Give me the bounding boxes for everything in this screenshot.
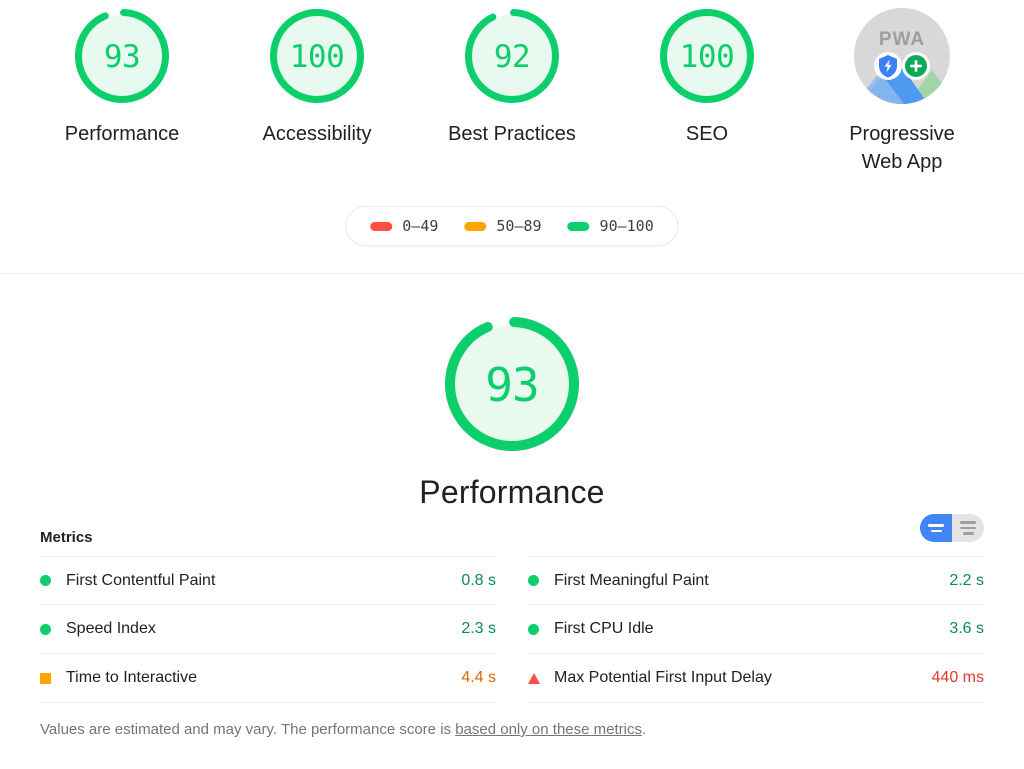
legend-item: 50–89: [464, 217, 542, 235]
gauge-ring: 100: [269, 8, 365, 104]
toggle-bar-icon: [960, 521, 976, 524]
metric-name: First Meaningful Paint: [554, 571, 709, 589]
gauge-performance[interactable]: 93 Performance: [42, 8, 203, 148]
pwa-badge-icon: PWA: [854, 8, 950, 104]
disclaimer-text-after: .: [641, 721, 647, 738]
metric-status-icon: [528, 575, 554, 586]
status-pass-icon: [528, 623, 539, 635]
gauge-ring: 92: [464, 8, 560, 104]
toggle-simple-view[interactable]: [920, 514, 952, 542]
metric-value: 440 ms: [931, 669, 984, 686]
toggle-bar-icon: [928, 524, 944, 527]
gauge-best-practices[interactable]: 92 Best Practices: [432, 8, 593, 148]
toggle-bar-icon: [962, 532, 974, 535]
toggle-bar-icon: [960, 526, 976, 530]
legend-item: 90–100: [567, 217, 654, 235]
legend-range-label: 50–89: [496, 217, 542, 235]
metric-value: 3.6 s: [949, 620, 984, 637]
metric-name: Max Potential First Input Delay: [554, 669, 772, 686]
performance-gauge-ring: 93: [444, 316, 580, 452]
gauge-accessibility[interactable]: 100 Accessibility: [237, 8, 398, 148]
status-pass-icon: [40, 575, 51, 586]
legend-swatch-icon: [567, 221, 590, 231]
metric-row[interactable]: First CPU Idle 3.6 s: [528, 605, 984, 654]
gauge-label: Best Practices: [448, 123, 576, 145]
gauge-seo[interactable]: 100 SEO: [627, 8, 788, 148]
metrics-disclaimer: Values are estimated and may vary. The p…: [40, 721, 984, 738]
legend-range-label: 90–100: [599, 217, 654, 235]
metric-row[interactable]: First Meaningful Paint 2.2 s: [528, 556, 984, 605]
gauge-score: 100: [679, 38, 735, 75]
metric-value: 2.2 s: [949, 571, 984, 589]
status-average-icon: [40, 672, 51, 684]
gauge-ring: 100: [659, 8, 755, 104]
status-fail-icon: [528, 672, 540, 684]
status-pass-icon: [528, 575, 539, 586]
metric-name: Speed Index: [66, 620, 156, 637]
legend-swatch-icon: [370, 221, 393, 231]
gauge-label: SEO: [685, 123, 729, 145]
metrics-section: Metrics First Contentful Paint 0.8 s Speed…: [0, 514, 1024, 738]
svg-text:PWA: PWA: [879, 29, 925, 50]
metrics-columns: First Contentful Paint 0.8 s Speed Index 2.…: [40, 556, 984, 703]
gauge-score: 92: [493, 38, 531, 75]
legend-range-label: 0–49: [402, 217, 439, 235]
metric-row[interactable]: Speed Index 2.3 s: [40, 605, 496, 654]
legend-item: 0–49: [370, 217, 438, 235]
metrics-view-toggle[interactable]: [920, 514, 984, 542]
category-gauge: 93 Performance: [0, 274, 1024, 511]
status-pass-icon: [40, 623, 51, 635]
metrics-column-right: First Meaningful Paint 2.2 s First CPU Idl…: [528, 556, 984, 703]
toggle-detailed-view[interactable]: [952, 514, 984, 542]
gauge-label: Performance: [64, 123, 180, 145]
gauge-score: 93: [103, 38, 141, 75]
category-title: Performance: [419, 474, 605, 510]
metric-value: 2.3 s: [461, 620, 496, 637]
gauge-label: Progressive Web App: [849, 123, 955, 173]
gauge-label: Accessibility: [262, 123, 372, 145]
metric-status-icon: [528, 623, 554, 635]
gauge-progressive-web-app[interactable]: PWA Progressive Web App: [822, 8, 983, 176]
metric-row[interactable]: Time to Interactive 4.4 s: [40, 654, 496, 703]
disclaimer-text-before: Values are estimated and may vary. The p…: [40, 721, 456, 738]
performance-score: 93: [485, 358, 539, 412]
performance-category: 93 Performance: [0, 274, 1024, 511]
score-gauge-list: 93 Performance 100 Accessibility 92 Best Prac…: [0, 0, 1024, 176]
legend-swatch-icon: [464, 221, 487, 231]
metric-value: 0.8 s: [461, 571, 496, 589]
metric-row[interactable]: Max Potential First Input Delay 440 ms: [528, 654, 984, 703]
metric-name: Time to Interactive: [66, 669, 198, 686]
metrics-title: Metrics: [40, 528, 93, 546]
metric-row[interactable]: First Contentful Paint 0.8 s: [40, 556, 496, 605]
metric-status-icon: [40, 575, 66, 586]
metric-name: First Contentful Paint: [66, 571, 216, 589]
lighthouse-report: 93 Performance 100 Accessibility 92 Best Prac…: [0, 0, 1024, 769]
scores-summary: 93 Performance 100 Accessibility 92 Best Prac…: [0, 0, 1024, 273]
metric-status-icon: [40, 623, 66, 635]
metric-name: First CPU Idle: [554, 620, 654, 637]
metric-value: 4.4 s: [461, 669, 496, 686]
metrics-column-left: First Contentful Paint 0.8 s Speed Index 2.…: [40, 556, 496, 703]
metric-status-icon: [40, 672, 66, 684]
metrics-doc-link[interactable]: based only on these metrics: [455, 721, 642, 738]
metric-status-icon: [528, 672, 554, 684]
score-legend: 0–49 50–89 90–100: [345, 206, 679, 246]
gauge-score: 100: [289, 38, 345, 75]
gauge-ring: 93: [74, 8, 170, 104]
metrics-header: Metrics: [40, 514, 984, 556]
toggle-bar-icon: [930, 529, 942, 532]
